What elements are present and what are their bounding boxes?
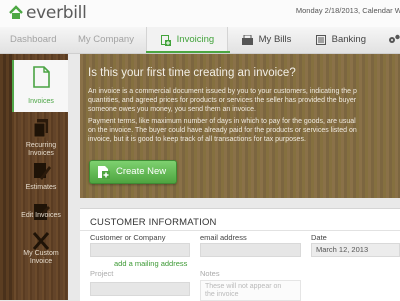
banner-title: Is this your first time creating an invo… bbox=[88, 67, 296, 79]
create-new-label: Create New bbox=[116, 166, 167, 177]
section-title: CUSTOMER INFORMATION bbox=[90, 217, 217, 228]
bills-icon bbox=[242, 35, 253, 45]
create-new-button[interactable]: Create New bbox=[89, 160, 177, 184]
notes-textarea[interactable]: These will not appear on the invoice bbox=[200, 280, 301, 301]
current-date: Monday 2/18/2013, Calendar Week 8 bbox=[295, 6, 400, 15]
gears-icon bbox=[389, 34, 400, 43]
sidebar-item-custom-label-2: Invoice bbox=[29, 258, 53, 265]
project-input[interactable] bbox=[90, 282, 190, 296]
add-document-icon bbox=[98, 166, 110, 179]
notes-label: Notes bbox=[200, 269, 220, 278]
tab-my-company-label: My Company bbox=[78, 34, 134, 45]
tab-my-bills[interactable]: My Bills bbox=[242, 27, 291, 53]
divider bbox=[80, 230, 400, 231]
sidebar-item-invoices-label: Invoices bbox=[28, 98, 54, 105]
date-label: Date bbox=[311, 233, 327, 242]
project-label: Project bbox=[90, 269, 114, 278]
notes-placeholder-line: the invoice bbox=[205, 291, 239, 298]
sidebar-item-estimates-label: Estimates bbox=[25, 184, 57, 191]
settings-menu[interactable] bbox=[388, 27, 400, 53]
logo-icon bbox=[9, 5, 23, 19]
sidebar-item-invoices[interactable]: Invoices bbox=[12, 60, 68, 112]
banner-text-line: An invoice is a commercial document issu… bbox=[88, 88, 357, 95]
document-icon bbox=[33, 66, 50, 88]
tab-banking[interactable]: Banking bbox=[316, 27, 366, 53]
tab-dashboard[interactable]: Dashboard bbox=[10, 27, 56, 53]
banner-text-line: someone owes you money, you send them an… bbox=[88, 106, 256, 113]
logo-text: everbill bbox=[26, 3, 87, 23]
sidebar-item-my-custom-invoice[interactable]: My Custom Invoice bbox=[14, 224, 68, 276]
sidebar-item-recurring-label-1: Recurring bbox=[25, 142, 57, 149]
recurring-documents-icon bbox=[33, 119, 48, 138]
tab-invoicing[interactable]: Invoicing bbox=[146, 27, 228, 53]
date-field[interactable] bbox=[311, 243, 400, 257]
logo[interactable]: everbill bbox=[8, 3, 87, 23]
tools-icon bbox=[32, 232, 50, 250]
customer-input[interactable] bbox=[90, 243, 190, 257]
sidebar-item-edit-label: Edit Invoices bbox=[21, 212, 61, 219]
active-tab-indicator bbox=[146, 51, 230, 53]
tab-invoicing-label: Invoicing bbox=[176, 34, 215, 45]
invoice-add-icon bbox=[161, 34, 171, 46]
banner-text-line: invoice, but it is good to keep track of… bbox=[88, 136, 306, 143]
estimate-pencil-icon bbox=[34, 163, 51, 180]
tab-banking-label: Banking bbox=[331, 34, 366, 45]
email-label: email address bbox=[200, 233, 247, 242]
sidebar-item-custom-label-1: My Custom bbox=[23, 250, 59, 257]
top-bar: everbill Monday 2/18/2013, Calendar Week… bbox=[0, 0, 400, 28]
customer-information-card: CUSTOMER INFORMATION Customer or Company… bbox=[80, 208, 400, 301]
banner-text-line: on the invoice. The buyer could have alr… bbox=[88, 127, 357, 134]
banner-text-line: Payment terms, like maximum number of da… bbox=[88, 118, 356, 125]
email-field[interactable] bbox=[200, 243, 301, 257]
tab-my-company[interactable]: My Company bbox=[78, 27, 134, 53]
main-nav: Dashboard My Company Invoicing My Bills … bbox=[0, 27, 400, 54]
banner-text-line: quantities, and agreed prices for produc… bbox=[88, 97, 357, 104]
bank-icon bbox=[316, 35, 326, 45]
invoicing-sidebar: Invoices Recurring Invoices Estimates Ed… bbox=[12, 54, 68, 300]
add-mailing-address-link[interactable]: add a mailing address bbox=[114, 259, 187, 268]
notes-placeholder-line: These will not appear on bbox=[205, 283, 282, 290]
tab-dashboard-label: Dashboard bbox=[10, 34, 57, 45]
tab-my-bills-label: My Bills bbox=[258, 34, 292, 45]
customer-label: Customer or Company bbox=[90, 233, 166, 242]
